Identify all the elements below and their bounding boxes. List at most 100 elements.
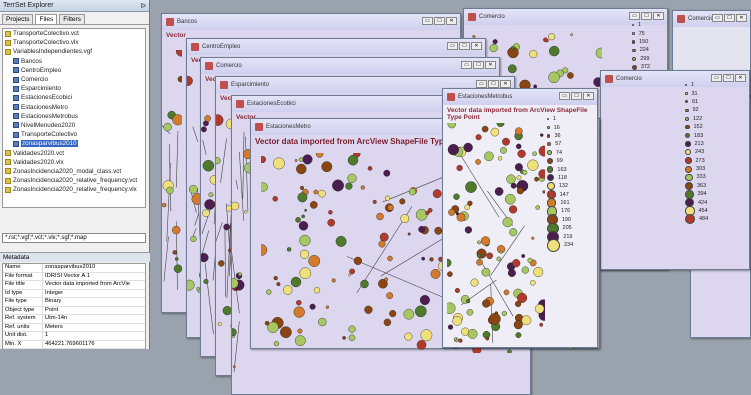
point-symbol xyxy=(513,320,523,330)
tree-item[interactable]: Bancos xyxy=(3,57,145,66)
map-window[interactable]: EstacionesMetrobus ▭ ☐ ✕ Vector data imp… xyxy=(442,88,598,348)
tree-item[interactable]: zonasparvibus2010 xyxy=(3,139,145,148)
legend-label: 299 xyxy=(640,55,650,62)
legend-item: 234 xyxy=(547,238,573,252)
legend-label: 57 xyxy=(555,141,562,148)
window-titlebar[interactable]: Bancos xyxy=(162,14,460,30)
tab-filters[interactable]: Filters xyxy=(59,14,85,24)
tree-item[interactable]: NivelMenudeo2020 xyxy=(3,121,145,130)
maximize-button[interactable]: ☐ xyxy=(473,61,484,69)
tree-item[interactable]: TransporteColectivo.vct xyxy=(3,29,145,38)
point-symbol xyxy=(467,328,478,339)
point-symbol xyxy=(387,255,393,262)
point-symbol xyxy=(360,279,369,289)
file-filter-select[interactable]: *.rst;*.vgf;*.vct;*.vlx;*.sgf;*.map xyxy=(2,233,146,243)
pin-icon[interactable]: ᐅ xyxy=(141,2,146,10)
close-button[interactable]: ✕ xyxy=(500,80,511,88)
metadata-key: File type xyxy=(3,298,43,306)
close-button[interactable]: ✕ xyxy=(485,61,496,69)
legend-label: 163 xyxy=(557,166,567,173)
tab-files[interactable]: Files xyxy=(35,14,58,24)
maximize-button[interactable]: ☐ xyxy=(459,42,470,50)
metadata-row: Unit dist. 1 xyxy=(3,332,145,341)
maximize-button[interactable]: ☐ xyxy=(723,74,734,82)
tree-item[interactable]: Comercio xyxy=(3,75,145,84)
tree-item[interactable]: EstacionesEcobici xyxy=(3,93,145,102)
legend-label: 161 xyxy=(560,200,570,207)
minimize-button[interactable]: ▭ xyxy=(447,42,458,50)
file-tree[interactable]: TransporteColectivo.vct TransporteColecti… xyxy=(2,28,146,208)
point-symbol xyxy=(299,234,311,247)
tree-item[interactable]: ZonasIncidencia2020_relative_frequency.v… xyxy=(3,176,145,185)
point-symbol xyxy=(163,122,172,132)
metadata-key: Unit dist. xyxy=(3,332,43,340)
window-titlebar[interactable]: CentroEmpleo xyxy=(187,39,485,55)
point-symbol xyxy=(530,279,536,286)
point-symbol xyxy=(543,37,548,43)
point-symbol xyxy=(425,210,430,215)
close-button[interactable]: ✕ xyxy=(736,14,747,22)
close-button[interactable]: ✕ xyxy=(653,12,664,20)
tree-item[interactable]: EstacionesMetrobus xyxy=(3,112,145,121)
tree-item[interactable]: Validades2020.vlx xyxy=(3,158,145,167)
metadata-row: File type Binary xyxy=(3,298,145,307)
point-symbol xyxy=(522,169,528,176)
point-symbol xyxy=(310,201,318,209)
legend-item: 1 xyxy=(632,21,659,29)
window-title: Comercio xyxy=(616,76,642,82)
close-button[interactable]: ✕ xyxy=(735,74,746,82)
point-symbol xyxy=(515,143,522,150)
point-symbol xyxy=(465,181,477,193)
legend-symbol xyxy=(632,24,634,27)
map-icon xyxy=(205,62,213,70)
legend-label: 303 xyxy=(696,166,706,173)
point-symbol xyxy=(376,212,384,221)
legend-label: 1 xyxy=(638,22,642,29)
close-button[interactable]: ✕ xyxy=(583,92,594,100)
point-symbol xyxy=(534,176,540,182)
tree-item[interactable]: ZonasIncidencia2020_modal_class.vct xyxy=(3,167,145,176)
map-canvas[interactable] xyxy=(443,105,597,347)
minimize-button[interactable]: ▭ xyxy=(559,92,570,100)
point-symbol xyxy=(521,266,529,274)
window-titlebar[interactable]: Comercio xyxy=(201,58,499,74)
tree-item[interactable]: VariablesIndependientes.vgf xyxy=(3,47,145,56)
legend-item: 150 xyxy=(632,38,659,46)
metadata-value: Utm-14n xyxy=(45,315,68,321)
map-canvas[interactable] xyxy=(601,87,749,269)
legend-label: 205 xyxy=(562,225,572,232)
maximize-button[interactable]: ☐ xyxy=(724,14,735,22)
tree-item-label: Comercio xyxy=(21,76,48,84)
legend-symbol xyxy=(632,40,636,44)
close-button[interactable]: ✕ xyxy=(446,17,457,25)
minimize-button[interactable]: ▭ xyxy=(422,17,433,25)
tree-item[interactable]: EstacionesMetro xyxy=(3,103,145,112)
point-symbol xyxy=(232,365,236,369)
explorer-title: TerrSet Explorer xyxy=(3,2,54,9)
legend-item: 118 xyxy=(547,174,573,182)
minimize-button[interactable]: ▭ xyxy=(476,80,487,88)
legend-label: 122 xyxy=(693,115,703,122)
map-window[interactable]: Comercio ▭ ☐ ✕ 1 31 61 92 122 152 183 213 243 273… xyxy=(600,70,750,270)
window-controls: ▭ ☐ ✕ xyxy=(447,42,482,50)
maximize-button[interactable]: ☐ xyxy=(641,12,652,20)
maximize-button[interactable]: ☐ xyxy=(488,80,499,88)
point-symbol xyxy=(418,226,426,233)
maximize-button[interactable]: ☐ xyxy=(434,17,445,25)
minimize-button[interactable]: ▭ xyxy=(712,14,723,22)
minimize-button[interactable]: ▭ xyxy=(461,61,472,69)
minimize-button[interactable]: ▭ xyxy=(629,12,640,20)
tab-projects[interactable]: Projects xyxy=(2,14,34,24)
point-symbol xyxy=(515,127,523,135)
minimize-button[interactable]: ▭ xyxy=(711,74,722,82)
point-symbol xyxy=(533,266,544,277)
tree-item[interactable]: CentroEmpleo xyxy=(3,66,145,75)
maximize-button[interactable]: ☐ xyxy=(571,92,582,100)
tree-item[interactable]: Validades2020.vct xyxy=(3,148,145,157)
tree-item[interactable]: Esparcimiento xyxy=(3,84,145,93)
tree-item[interactable]: TransporteColectivo.vlx xyxy=(3,38,145,47)
tree-item[interactable]: ZonasIncidencia2020_relative_frequency.v… xyxy=(3,185,145,194)
network-line xyxy=(245,136,249,211)
tree-item[interactable]: TransporteColectivo xyxy=(3,130,145,139)
close-button[interactable]: ✕ xyxy=(471,42,482,50)
